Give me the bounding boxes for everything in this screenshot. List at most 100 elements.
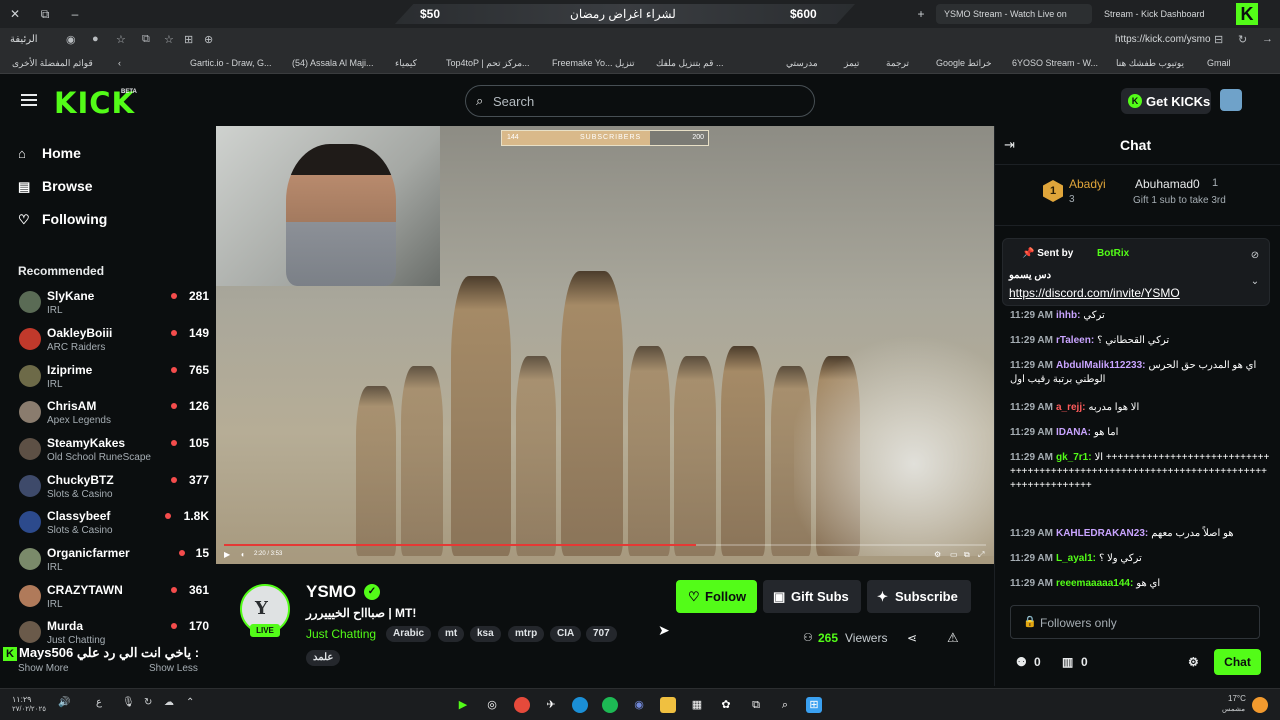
window-menu-icon[interactable]: ⧉ xyxy=(36,5,54,23)
follow-button[interactable]: ♡ Follow xyxy=(676,580,757,613)
microphone-icon[interactable]: 🎙 xyxy=(122,697,135,708)
store-icon[interactable]: ▥ xyxy=(1062,655,1073,669)
spotify-icon[interactable] xyxy=(602,697,618,713)
tag[interactable]: mtrp xyxy=(508,626,545,642)
channel-item[interactable]: Classybeef Slots & Casino 1.8K xyxy=(19,509,209,543)
chrome-icon[interactable] xyxy=(514,697,530,713)
channel-item[interactable]: Organicfarmer IRL 15 xyxy=(19,546,209,580)
second-gifter-name[interactable]: Abuhamad0 xyxy=(1135,177,1200,191)
weather-temp[interactable]: 17°C xyxy=(1228,694,1246,703)
url-field[interactable]: https://kick.com/ysmo xyxy=(1115,34,1211,45)
nav-home[interactable]: ⌂ Home xyxy=(18,145,81,161)
forward-icon[interactable]: → xyxy=(1262,33,1273,45)
message-user[interactable]: IDANA: xyxy=(1056,427,1091,438)
kick-taskbar-icon[interactable]: ▶ xyxy=(455,697,471,713)
bookmark-item[interactable]: 6YOSO Stream - W... xyxy=(1012,58,1098,68)
copilot-icon[interactable]: ✿ xyxy=(718,697,734,713)
tab-kick-dashboard[interactable]: Stream - Kick Dashboard xyxy=(1096,4,1216,24)
bookmark-item[interactable]: Gartic.io - Draw, G... xyxy=(190,58,272,68)
channel-item[interactable]: SteamyKakes Old School RuneScape 105 xyxy=(19,436,209,470)
theater-icon[interactable]: ▭ xyxy=(950,550,958,559)
kick-app-icon[interactable]: K xyxy=(1236,3,1258,25)
search-icon[interactable]: ⌕ xyxy=(777,697,793,713)
bookmark-icon[interactable]: ☆ xyxy=(164,33,174,46)
video-progress-bar[interactable] xyxy=(224,544,986,546)
nav-following[interactable]: ♡ Following xyxy=(18,211,107,228)
clock-time[interactable]: ١١:٢٩ xyxy=(12,695,31,704)
translate-icon[interactable]: ⊞ xyxy=(184,33,193,46)
reload-icon[interactable]: ↻ xyxy=(1238,33,1247,46)
tag[interactable]: CIA xyxy=(550,626,582,642)
channel-item[interactable]: ChrisAM Apex Legends 126 xyxy=(19,399,209,433)
bookmark-item[interactable]: قوائم المفضلة الأخرى xyxy=(12,58,93,69)
bookmark-item[interactable]: Gmail xyxy=(1207,58,1231,68)
message-user[interactable]: AbdulMalik112233: xyxy=(1056,360,1145,371)
zoom-icon[interactable]: ⊕ xyxy=(204,33,213,46)
pip-icon[interactable]: ⧉ xyxy=(964,550,970,560)
settings-icon[interactable]: ⚙ xyxy=(934,550,941,559)
profile-icon[interactable]: ● xyxy=(92,33,99,45)
tab-icon[interactable]: ⊟ xyxy=(1214,33,1223,46)
subscribe-button[interactable]: ✦ Subscribe xyxy=(867,580,971,613)
channel-item[interactable]: Murda Just Chatting 170 xyxy=(19,619,209,645)
message-user[interactable]: a_rejj: xyxy=(1056,402,1085,413)
fullscreen-icon[interactable]: ⤢ xyxy=(978,550,984,560)
bookmark-item[interactable]: Top4toP | مركز تحم... xyxy=(446,58,530,69)
points-icon[interactable]: ⚉ xyxy=(1016,655,1027,669)
message-user[interactable]: gk_7r1: xyxy=(1056,452,1092,463)
google-icon[interactable]: ◉ xyxy=(66,33,76,46)
chevron-left-icon[interactable]: ‹ xyxy=(118,58,121,68)
bookmark-item[interactable]: ترجمة xyxy=(886,58,909,69)
extension-icon[interactable]: ⧉ xyxy=(142,33,150,46)
cloud-icon[interactable]: ☁ xyxy=(164,697,174,708)
bookmark-item[interactable]: قم بتنزيل ملفك ... xyxy=(656,58,723,69)
top-gifter-name[interactable]: Abadyi xyxy=(1069,177,1106,191)
pinned-bot-name[interactable]: BotRix xyxy=(1097,248,1129,259)
user-avatar[interactable] xyxy=(1220,89,1242,111)
hide-pin-icon[interactable]: ⊘ xyxy=(1246,247,1264,265)
bookmark-item[interactable]: تيمز xyxy=(844,58,859,69)
channel-item[interactable]: CRAZYTAWN IRL 361 xyxy=(19,583,209,617)
tag[interactable]: 707 xyxy=(586,626,617,642)
channel-item[interactable]: SlyKane IRL 281 xyxy=(19,289,209,323)
weather-icon[interactable] xyxy=(1252,697,1268,713)
show-more-button[interactable]: Show More xyxy=(18,663,69,674)
send-chat-button[interactable]: Chat xyxy=(1214,649,1261,675)
new-tab-icon[interactable]: + xyxy=(912,5,930,23)
bookmark-item[interactable]: يوتيوب طفشك هنا xyxy=(1116,58,1184,69)
clock-date[interactable]: ٢٧/٠٢/٢٠٢٥ xyxy=(12,705,46,713)
share-icon[interactable]: ⋖ xyxy=(907,631,917,645)
sync-icon[interactable]: ↻ xyxy=(144,697,152,708)
message-user[interactable]: reeemaaaaa144: xyxy=(1056,578,1133,589)
tab-ysmo-stream[interactable]: YSMO Stream - Watch Live on xyxy=(936,4,1092,24)
bookmark-item[interactable]: مدرستي xyxy=(786,58,818,69)
chevron-down-icon[interactable]: ⌄ xyxy=(1246,273,1264,291)
tag[interactable]: ksa xyxy=(470,626,501,642)
collapse-chat-icon[interactable]: ⇥ xyxy=(1004,137,1015,153)
channel-item[interactable]: OakleyBoiii ARC Raiders 149 xyxy=(19,326,209,360)
bookmark-item[interactable]: كيمياء xyxy=(395,58,417,69)
star-icon[interactable]: ☆ xyxy=(116,33,126,46)
store-icon[interactable]: ▦ xyxy=(689,697,705,713)
video-player[interactable]: 144 SUBSCRIBERS 200 ▶ ◖ 2:20 / 3:53 ⚙ ▭ … xyxy=(216,126,994,564)
tag[interactable]: علمد xyxy=(306,650,341,666)
chevron-up-icon[interactable]: ⌃ xyxy=(186,697,194,708)
tag[interactable]: Arabic xyxy=(386,626,432,642)
message-user[interactable]: KAHLEDRAKAN23: xyxy=(1056,528,1148,539)
message-user[interactable]: L_ayal1: xyxy=(1056,553,1096,564)
folder-icon[interactable] xyxy=(660,697,676,713)
chat-settings-icon[interactable]: ⚙ xyxy=(1188,655,1199,669)
show-less-button[interactable]: Show Less xyxy=(149,663,198,674)
message-user[interactable]: rTaleen: xyxy=(1056,335,1094,346)
gift-subs-button[interactable]: ▣ Gift Subs xyxy=(763,580,861,613)
streamer-name[interactable]: YSMO xyxy=(306,582,356,602)
bookmark-item[interactable]: Google خرائط xyxy=(936,58,992,69)
discord-icon[interactable]: ◉ xyxy=(631,697,647,713)
bookmark-item[interactable]: Freemake Yo... تنزيل xyxy=(552,58,635,69)
language-indicator[interactable]: ع xyxy=(96,697,102,708)
close-window-icon[interactable]: ✕ xyxy=(6,5,24,23)
channel-item[interactable]: Iziprime IRL 765 xyxy=(19,363,209,397)
pinned-link[interactable]: https://discord.com/invite/YSMO xyxy=(1009,286,1180,300)
stream-category[interactable]: Just Chatting xyxy=(306,627,376,641)
report-icon[interactable]: ⚠ xyxy=(947,630,959,646)
